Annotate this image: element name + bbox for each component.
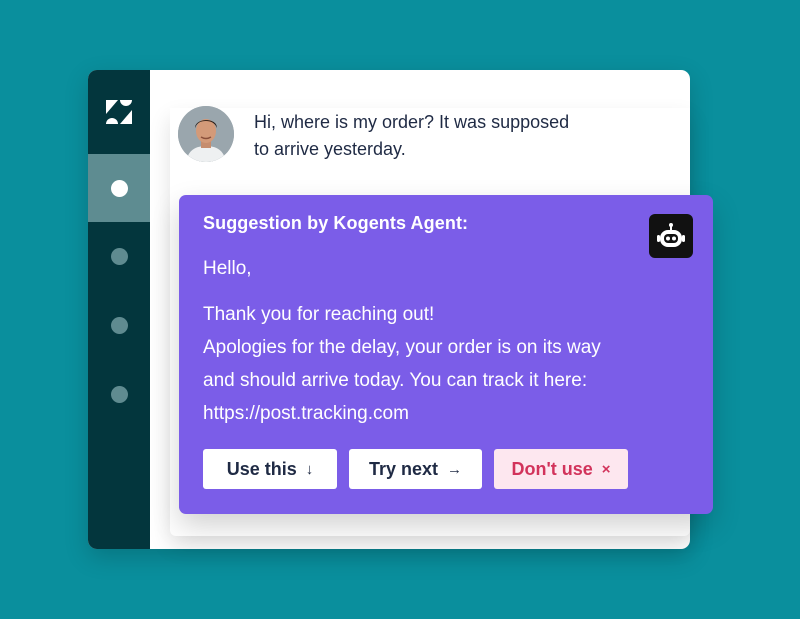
nav-dot-icon [110,316,128,334]
customer-message-text: Hi, where is my order? It was supposed t… [254,109,599,163]
use-this-label: Use this [226,458,297,479]
suggestion-header: Suggestion by Kogents Agent: [203,213,469,233]
customer-message-line: to arrive yesterday. [254,139,406,159]
customer-message-line: Hi, where is my order? It was supposed [254,112,570,132]
sidebar-item-active[interactable] [88,154,150,222]
try-next-label: Try next [368,458,439,479]
customer-message: Hi, where is my order? It was supposed t… [178,106,599,163]
arrow-down-icon: ↓ [305,460,314,478]
zendesk-logo-icon[interactable] [88,70,150,154]
close-icon: × [601,460,611,478]
suggestion-line: and should arrive today. You can track i… [203,370,588,391]
suggestion-line: Apologies for the delay, your order is o… [203,337,601,358]
suggestion-panel: Suggestion by Kogents Agent: Hello, Than… [179,195,713,514]
dont-use-button[interactable]: Don't use × [494,449,628,489]
tracking-link[interactable]: https://post.tracking.com [203,397,601,430]
suggestion-actions: Use this ↓ Try next → Don't use × [203,449,628,489]
sidebar [88,70,150,549]
sidebar-item-2[interactable] [88,222,150,290]
suggestion-line: Thank you for reaching out! [203,304,435,325]
robot-icon [649,214,693,258]
sidebar-item-3[interactable] [88,291,150,359]
try-next-button[interactable]: Try next → [349,449,482,489]
avatar [178,106,234,162]
suggestion-greeting: Hello, [203,258,252,279]
suggestion-body: Thank you for reaching out! Apologies fo… [203,298,601,430]
nav-dot-icon [110,247,128,265]
nav-dot-icon [110,179,128,197]
use-this-button[interactable]: Use this ↓ [203,449,337,489]
sidebar-item-4[interactable] [88,360,150,428]
nav-dot-icon [110,385,128,403]
dont-use-label: Don't use [511,458,593,479]
arrow-right-icon: → [447,460,463,478]
